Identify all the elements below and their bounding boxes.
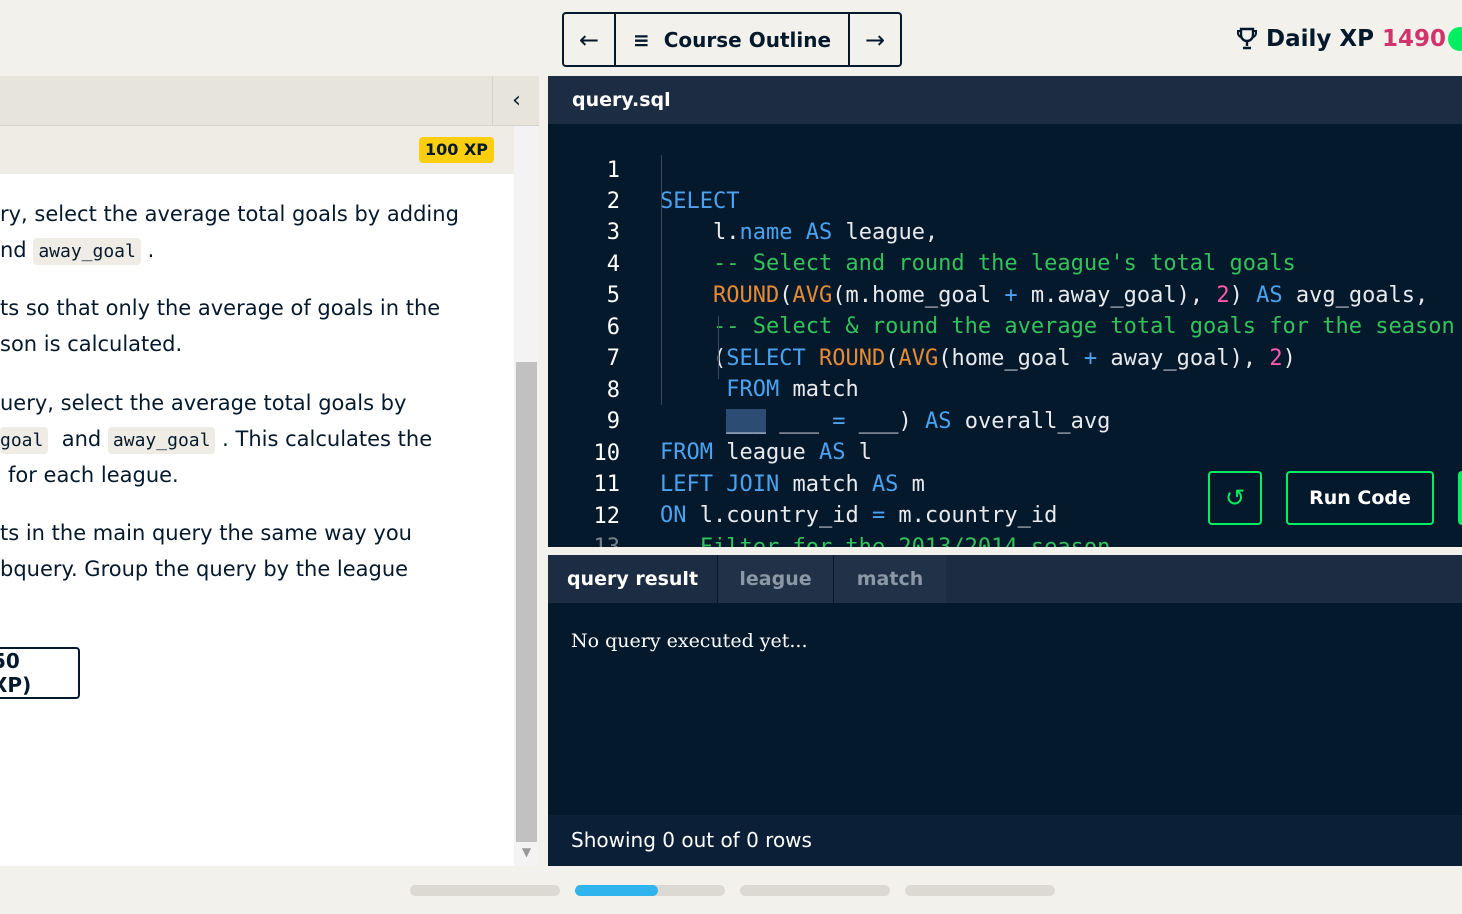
tab-match[interactable]: match — [833, 555, 946, 603]
instructions-body: ry, select the average total goals by ad… — [0, 174, 514, 866]
reset-code-button[interactable]: ↺ — [1208, 471, 1262, 525]
indent-guide — [661, 155, 662, 405]
code-line[interactable]: 8 ___ ___ = ___) AS overall_avg — [548, 344, 1462, 434]
empty-result-message: No query executed yet... — [571, 630, 808, 652]
run-code-button[interactable]: Run Code — [1286, 471, 1434, 525]
instruction-text: bquery. Group the query by the league — [0, 557, 409, 581]
code-text: -- Filter for the 2013/2014 season — [660, 532, 1110, 547]
daily-xp: Daily XP 1490 — [1236, 22, 1446, 56]
instruction-text: son is calculated. — [0, 332, 183, 356]
xp-badge: 100 XP — [419, 137, 495, 163]
instruction-text: uery, select the average total goals by — [0, 391, 407, 415]
scroll-down-arrow-icon[interactable]: ▼ — [516, 842, 537, 862]
course-outline-label: Course Outline — [663, 27, 832, 52]
left-panel-header — [0, 76, 539, 126]
code-line[interactable]: 6 (SELECT ROUND(AVG(home_goal + away_goa… — [548, 281, 1462, 371]
code-snippet: away_goal — [33, 238, 141, 265]
scrollbar-thumb[interactable] — [516, 362, 537, 842]
instruction-fragment: . — [147, 238, 155, 262]
progress-segment — [410, 885, 560, 896]
instruction-text: ts in the main query the same way you — [0, 521, 412, 545]
tab-query-sql[interactable]: query.sql — [548, 76, 686, 124]
row-count-text: Showing 0 out of 0 rows — [571, 828, 812, 852]
trophy-icon — [1237, 27, 1257, 50]
code-line[interactable]: 3 -- Select and round the league's total… — [548, 186, 1462, 276]
tab-query-result[interactable]: query result — [548, 555, 717, 603]
progress-segment — [740, 885, 890, 896]
daily-xp-label: Daily XP — [1266, 26, 1374, 52]
code-line[interactable]: 10 LEFT JOIN match AS m — [548, 407, 1462, 497]
next-exercise-button[interactable]: → — [848, 14, 900, 65]
previous-exercise-button[interactable]: ← — [564, 14, 616, 65]
instruction-fragment: . This calculates the — [222, 427, 433, 451]
arrow-right-icon: → — [864, 25, 886, 54]
instruction-text: for each league. — [8, 463, 179, 487]
instruction-fragment: and — [61, 427, 102, 451]
indent-guide — [718, 316, 719, 379]
code-line[interactable]: 9 FROM league AS l — [548, 375, 1462, 465]
instruction-text: ts so that only the average of goals in … — [0, 296, 441, 320]
submit-answer-button[interactable] — [1458, 471, 1462, 525]
hint-button[interactable]: 50 XP) — [0, 647, 80, 699]
reset-icon: ↺ — [1224, 484, 1246, 512]
code-snippet: goal — [0, 427, 49, 454]
line-number: 13 — [578, 532, 621, 547]
code-line[interactable]: 11 ON l.country_id = m.country_id — [548, 438, 1462, 528]
instruction-text: ry, select the average total goals by ad… — [0, 202, 459, 226]
tab-league[interactable]: league — [717, 555, 833, 603]
code-line[interactable]: 7 FROM match — [548, 312, 1462, 402]
arrow-left-icon: ← — [578, 25, 600, 54]
instruction-fragment: nd — [0, 238, 27, 262]
code-line[interactable]: 5 -- Select & round the average total go… — [548, 249, 1462, 339]
instruction-text: goal and away_goal . This calculates the — [0, 427, 433, 454]
progress-segment-fill — [575, 885, 658, 896]
daily-xp-value: 1490 — [1381, 26, 1446, 52]
collapse-panel-button[interactable]: ‹ — [492, 76, 540, 125]
progress-segment — [905, 885, 1055, 896]
chevron-left-icon: ‹ — [512, 88, 521, 113]
code-snippet: away_goal — [107, 427, 216, 454]
code-line[interactable]: 1 SELECT — [548, 124, 1462, 214]
menu-icon: ≡ — [632, 27, 650, 52]
instruction-text: nd away_goal . — [0, 238, 155, 265]
course-navigation: ← ≡ Course Outline → — [562, 12, 902, 67]
status-indicator — [1448, 27, 1462, 51]
course-outline-button[interactable]: ≡ Course Outline — [616, 14, 848, 65]
code-line[interactable]: 2 l.name AS league, — [548, 155, 1462, 245]
code-line[interactable]: 4 ROUND(AVG(m.home_goal + m.away_goal), … — [548, 218, 1462, 308]
